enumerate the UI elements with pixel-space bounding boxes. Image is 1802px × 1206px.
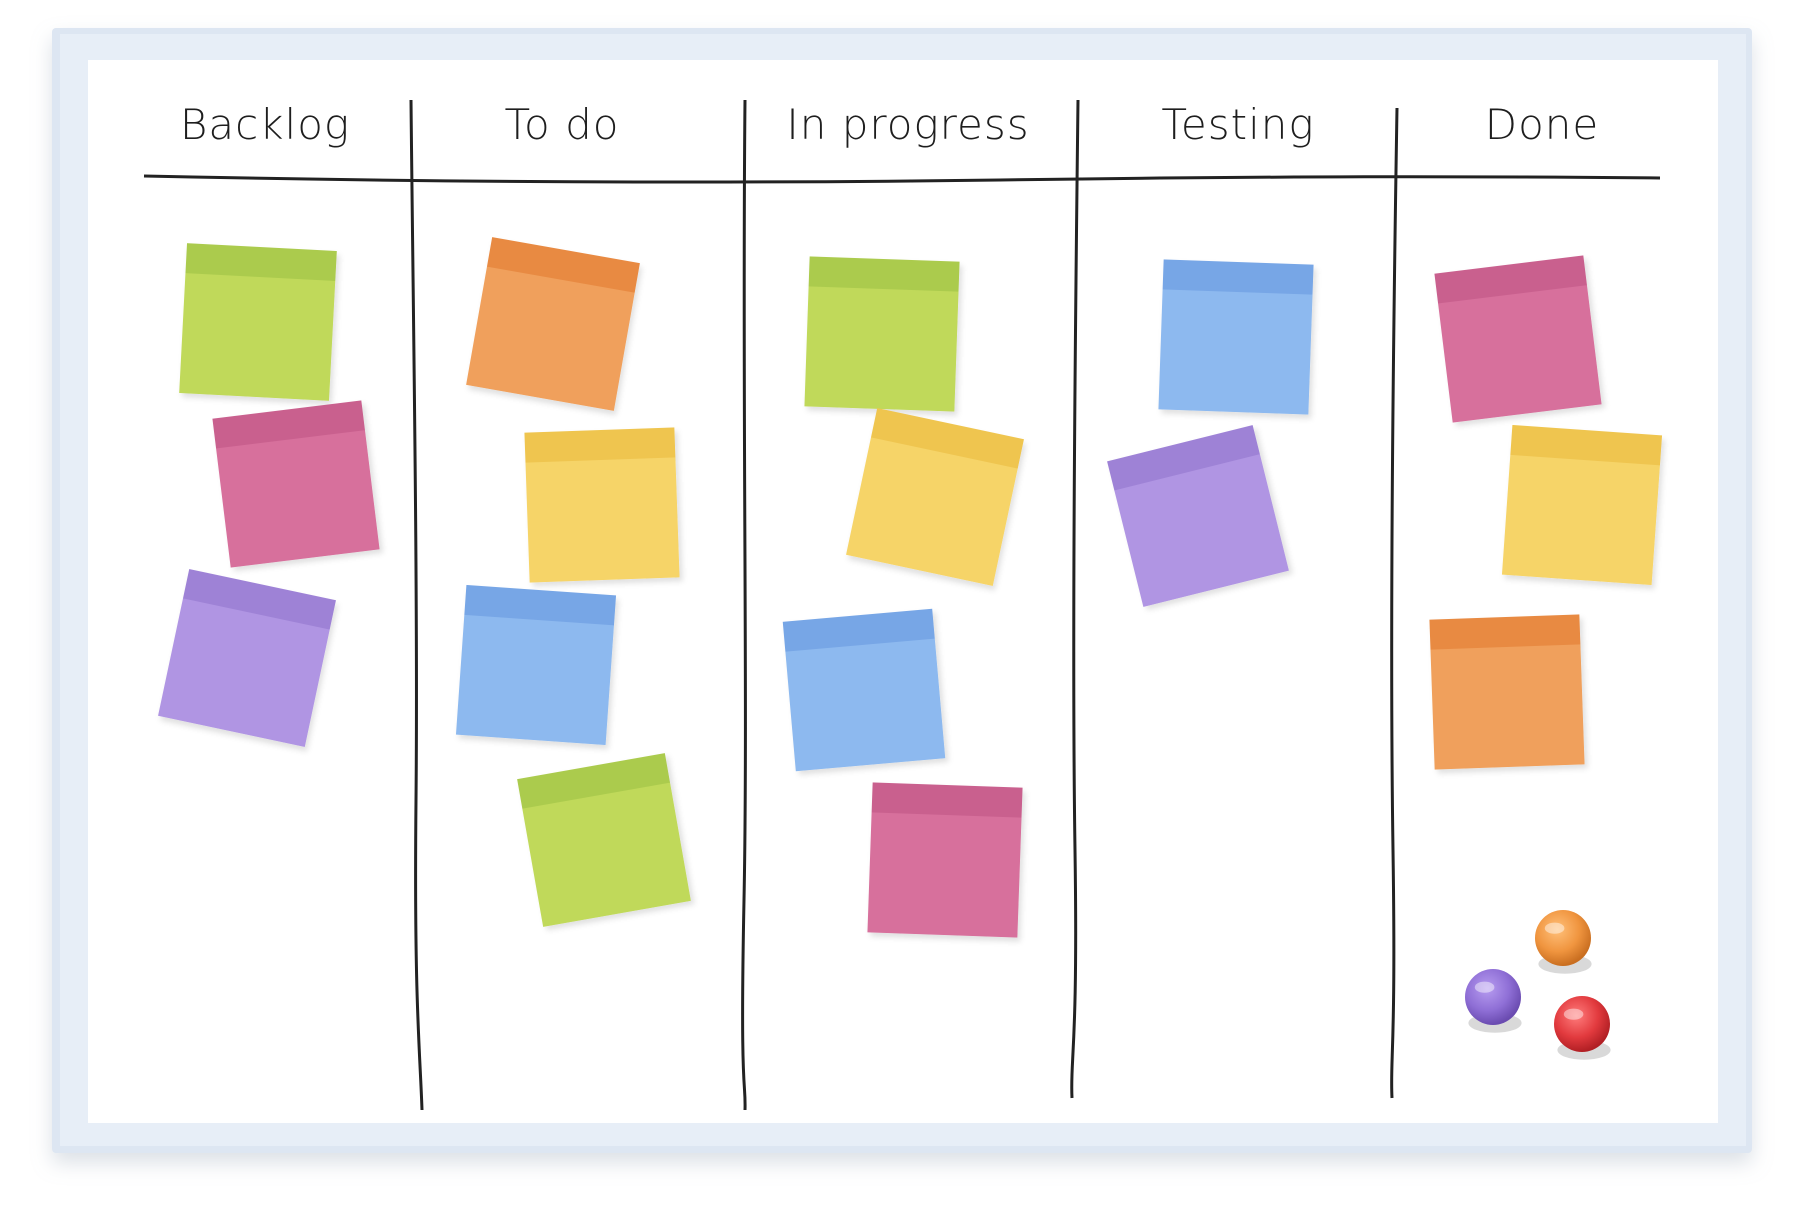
sticky-note-purple[interactable] [158, 569, 336, 747]
whiteboard-illustration [52, 28, 1752, 1153]
column-title-to-do: To do [504, 100, 620, 149]
sticky-note-adhesive-strip [808, 256, 960, 292]
sticky-note-yellow[interactable] [1501, 424, 1663, 586]
magnet-orange[interactable] [1535, 910, 1592, 974]
column-title-done: Done [1484, 100, 1600, 149]
board-surface [88, 60, 1718, 1123]
sticky-note-yellow[interactable] [524, 427, 680, 583]
sticky-note-blue[interactable] [455, 584, 617, 746]
sticky-note-orange[interactable] [466, 237, 640, 411]
magnet-purple[interactable] [1465, 969, 1522, 1033]
column-title-in-progress: In progress [786, 100, 1030, 149]
sticky-note-pink[interactable] [1434, 255, 1602, 423]
sticky-note-blue[interactable] [1158, 259, 1314, 415]
sticky-note-yellow[interactable] [846, 408, 1024, 586]
sticky-note-adhesive-strip [1162, 259, 1314, 295]
kanban-whiteboard: Backlog To do In progress Testing Done [0, 0, 1802, 1206]
sticky-note-green[interactable] [179, 243, 337, 401]
column-title-backlog: Backlog [179, 100, 351, 149]
sticky-note-adhesive-strip [1429, 614, 1581, 650]
sticky-note-orange[interactable] [1429, 614, 1585, 770]
sticky-note-adhesive-strip [524, 427, 676, 463]
sticky-note-green[interactable] [804, 256, 960, 412]
sticky-note-adhesive-strip [871, 782, 1023, 818]
sticky-note-green[interactable] [517, 753, 691, 927]
sticky-note-pink[interactable] [867, 782, 1023, 938]
sticky-note-pink[interactable] [212, 400, 380, 568]
magnet-red[interactable] [1554, 996, 1611, 1060]
column-title-testing: Testing [1161, 100, 1315, 149]
sticky-note-blue[interactable] [782, 608, 946, 772]
